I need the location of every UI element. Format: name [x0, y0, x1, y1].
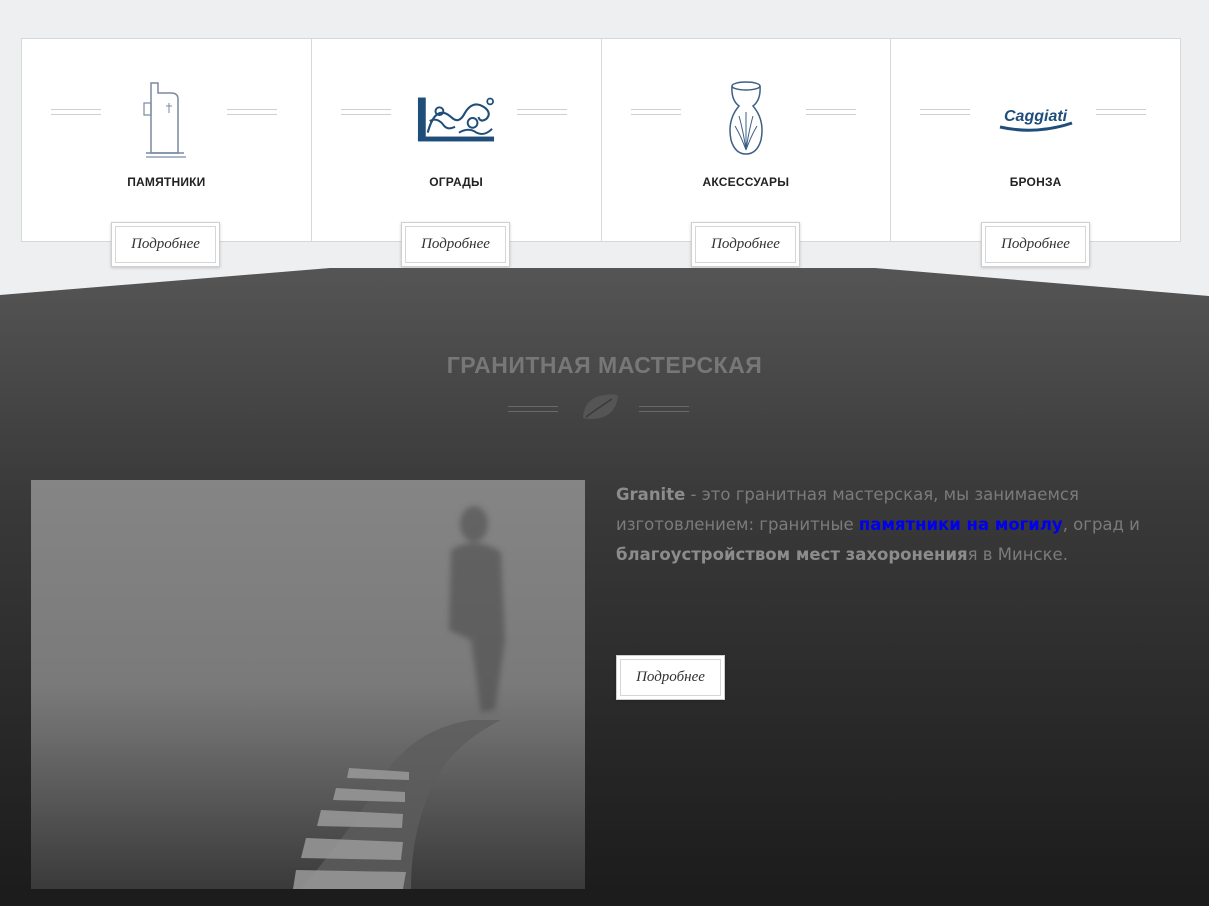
- divider: [806, 109, 857, 115]
- card-fences[interactable]: ОГРАДЫ: [312, 39, 602, 241]
- divider: [639, 406, 689, 412]
- fence-icon: [416, 79, 496, 159]
- divider: [51, 109, 101, 115]
- divider: [630, 109, 681, 115]
- bronze-more-button[interactable]: Подробнее: [981, 222, 1090, 267]
- workshop-more-button[interactable]: Подробнее: [616, 655, 725, 700]
- divider: [340, 109, 391, 115]
- about-text-part: , оград и: [1062, 515, 1140, 534]
- divider: [516, 109, 567, 115]
- card-title: ОГРАДЫ: [429, 175, 483, 189]
- vase-icon: [706, 79, 786, 159]
- monument-icon: [126, 79, 206, 159]
- card-bronze[interactable]: Caggiati БРОНЗА: [891, 39, 1180, 241]
- divider: [226, 109, 277, 115]
- caggiati-logo: Caggiati: [996, 79, 1076, 159]
- card-title: БРОНЗА: [1009, 175, 1062, 189]
- leaf-icon: [583, 394, 618, 419]
- caggiati-logo-text: Caggiati: [1004, 108, 1068, 125]
- card-monuments[interactable]: ПАМЯТНИКИ: [22, 39, 312, 241]
- monuments-more-button[interactable]: Подробнее: [111, 222, 220, 267]
- about-bold-text: благоустройством мест захоронения: [616, 545, 968, 564]
- divider: [920, 109, 971, 115]
- brand-name: Granite: [616, 485, 686, 504]
- fences-more-button[interactable]: Подробнее: [401, 222, 510, 267]
- accessories-more-button[interactable]: Подробнее: [691, 222, 800, 267]
- about-text-part: я в Минске.: [967, 545, 1068, 564]
- divider: [1096, 109, 1146, 115]
- card-accessories[interactable]: АКСЕССУАРЫ: [602, 39, 892, 241]
- section-title: ГРАНИТНАЯ МАСТЕРСКАЯ: [446, 352, 763, 378]
- card-title: АКСЕССУАРЫ: [702, 175, 790, 189]
- card-title: ПАМЯТНИКИ: [127, 175, 206, 189]
- about-text: Granite - это гранитная мастерская, мы з…: [616, 480, 1176, 570]
- category-cards: ПАМЯТНИКИ ОГРАДЫ АКСЕССУАРЫ Caggiati БРО…: [21, 38, 1181, 242]
- workshop-section: ГРАНИТНАЯ МАСТЕРСКАЯ Granite - это грани…: [0, 268, 1209, 906]
- fog-road-photo: [31, 480, 585, 889]
- divider: [508, 406, 558, 412]
- monuments-link[interactable]: памятники на могилу: [859, 515, 1063, 534]
